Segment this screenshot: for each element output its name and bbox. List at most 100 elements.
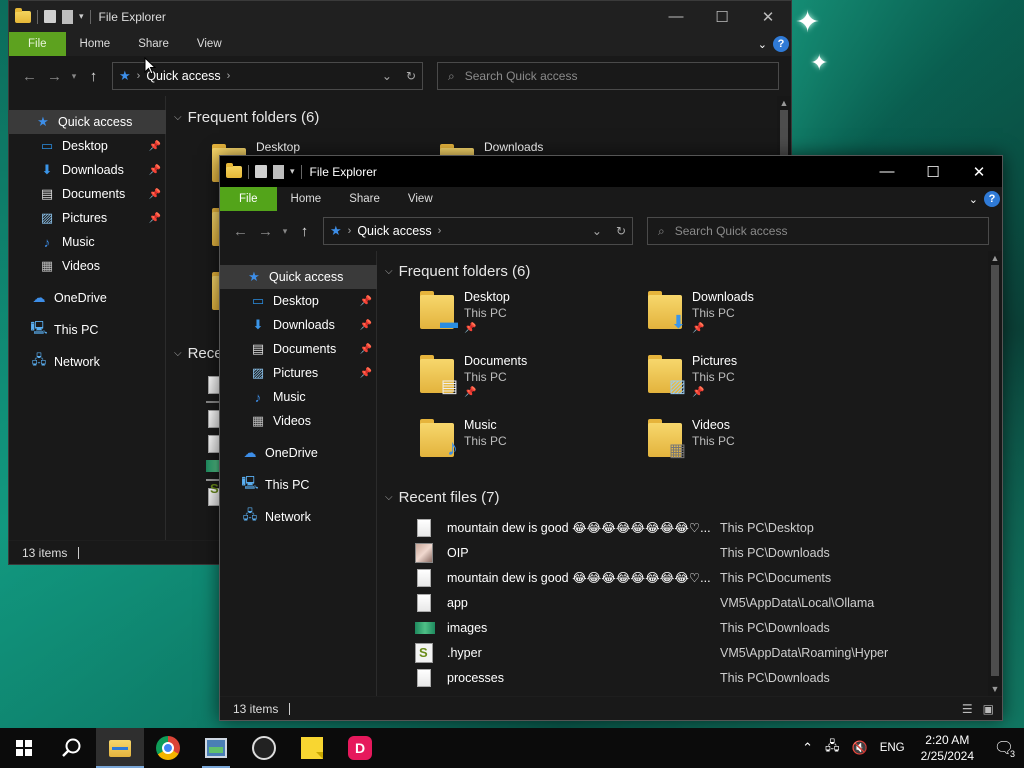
list-item[interactable]: app VM5\AppData\Local\Ollama — [415, 590, 1002, 615]
search-button[interactable] — [48, 728, 96, 768]
nav-this-pc[interactable]: 🖳 This PC — [9, 318, 166, 342]
network-tray-icon[interactable]: 🖧 — [819, 737, 846, 759]
frequent-folders-header[interactable]: ⌵ Frequent folders (6) — [174, 103, 791, 131]
nav-music[interactable]: ♪ Music — [9, 230, 166, 254]
forward-button[interactable]: → — [42, 68, 67, 85]
scroll-up-icon[interactable]: ▲ — [777, 98, 791, 108]
up-button[interactable]: ↑ — [292, 223, 317, 240]
tab-home[interactable]: Home — [277, 187, 336, 211]
frequent-folders-header[interactable]: ⌵ Frequent folders (6) — [385, 257, 1002, 285]
folder-tile-downloads[interactable]: ⬇ Downloads This PC 📌 — [646, 285, 874, 349]
scroll-thumb[interactable] — [991, 265, 999, 676]
nav-documents[interactable]: ▤ Documents 📌 — [220, 337, 377, 361]
title-bar[interactable]: ▾ File Explorer — ☐ ✕ — [220, 156, 1002, 187]
up-button[interactable]: ↑ — [81, 68, 106, 85]
maximize-button[interactable]: ☐ — [699, 1, 745, 32]
scroll-up-icon[interactable]: ▲ — [988, 253, 1002, 263]
title-bar[interactable]: ▾ File Explorer — ☐ ✕ — [9, 1, 791, 32]
nav-pictures[interactable]: ▨ Pictures 📌 — [9, 206, 166, 230]
scroll-down-icon[interactable]: ▼ — [988, 684, 1002, 694]
taskbar-obs[interactable] — [240, 728, 288, 768]
nav-desktop[interactable]: ▭ Desktop 📌 — [9, 134, 166, 158]
folder-tile-videos[interactable]: ▦ Videos This PC — [646, 413, 874, 477]
recent-files-header[interactable]: ⌵ Recent files (7) — [385, 483, 1002, 511]
minimize-button[interactable]: — — [653, 1, 699, 32]
breadcrumb[interactable]: Quick access — [146, 69, 220, 83]
address-bar[interactable]: ★ › Quick access › ⌄ ↻ — [323, 217, 633, 245]
volume-muted-icon[interactable]: 🔇 — [846, 740, 874, 756]
nav-downloads[interactable]: ⬇ Downloads 📌 — [220, 313, 377, 337]
nav-downloads[interactable]: ⬇ Downloads 📌 — [9, 158, 166, 182]
list-item[interactable]: OIP This PC\Downloads — [415, 540, 1002, 565]
nav-pictures[interactable]: ▨ Pictures 📌 — [220, 361, 377, 385]
list-item[interactable]: .hyper VM5\AppData\Roaming\Hyper — [415, 640, 1002, 665]
large-icons-view-icon[interactable]: ▣ — [983, 702, 994, 716]
list-item[interactable]: processes This PC\Downloads — [415, 665, 1002, 690]
properties-icon[interactable] — [44, 10, 56, 23]
taskbar-sticky-notes[interactable] — [288, 728, 336, 768]
tab-share[interactable]: Share — [335, 187, 394, 211]
vertical-scrollbar[interactable]: ▲ ▼ — [988, 251, 1002, 696]
back-button[interactable]: ← — [228, 223, 253, 240]
folder-tile-desktop[interactable]: ▬ Desktop This PC 📌 — [418, 285, 646, 349]
nav-videos[interactable]: ▦ Videos — [9, 254, 166, 278]
nav-network[interactable]: 🖧 Network — [9, 350, 166, 374]
expand-ribbon-icon[interactable]: ⌄ — [969, 193, 978, 206]
help-icon[interactable]: ? — [984, 191, 1000, 207]
nav-quick-access[interactable]: ★ Quick access — [9, 110, 166, 134]
details-view-icon[interactable]: ☰ — [962, 702, 973, 716]
refresh-icon[interactable]: ↻ — [616, 224, 626, 238]
maximize-button[interactable]: ☐ — [910, 156, 956, 187]
folder-tile-music[interactable]: ♪ Music This PC — [418, 413, 646, 477]
folder-tile-documents[interactable]: ▤ Documents This PC 📌 — [418, 349, 646, 413]
refresh-icon[interactable]: ↻ — [406, 69, 416, 83]
start-button[interactable] — [0, 728, 48, 768]
nav-onedrive[interactable]: ☁ OneDrive — [220, 441, 377, 465]
taskbar-file-explorer[interactable] — [96, 728, 144, 768]
chevron-down-icon[interactable]: ⌄ — [382, 69, 392, 83]
chevron-down-icon[interactable]: ▾ — [290, 166, 295, 177]
list-item[interactable]: mountain dew is good 😂😂😂😂😂😂😂😂♡... This P… — [415, 565, 1002, 590]
nav-quick-access[interactable]: ★ Quick access — [220, 265, 377, 289]
forward-button[interactable]: → — [253, 223, 278, 240]
close-button[interactable]: ✕ — [956, 156, 1002, 187]
show-hidden-icons[interactable]: ⌃ — [796, 740, 819, 756]
tab-share[interactable]: Share — [124, 32, 183, 56]
minimize-button[interactable]: — — [864, 156, 910, 187]
taskbar-davinci[interactable]: D — [336, 728, 384, 768]
action-center-button[interactable]: 🗨 3 — [984, 728, 1024, 768]
chevron-down-icon[interactable]: ⌄ — [592, 224, 602, 238]
recent-files-header[interactable]: ⌵ Rece — [174, 339, 223, 367]
nav-videos[interactable]: ▦ Videos — [220, 409, 377, 433]
search-input[interactable]: ⌕ Search Quick access — [437, 62, 779, 90]
list-item[interactable]: mountain dew is good 😂😂😂😂😂😂😂😂♡... This P… — [415, 515, 1002, 540]
taskbar-task-manager[interactable] — [192, 728, 240, 768]
properties-icon[interactable] — [255, 165, 267, 178]
folder-tile-pictures[interactable]: ▨ Pictures This PC 📌 — [646, 349, 874, 413]
nav-desktop[interactable]: ▭ Desktop 📌 — [220, 289, 377, 313]
tab-file[interactable]: File — [220, 187, 277, 211]
tab-file[interactable]: File — [9, 32, 66, 56]
nav-this-pc[interactable]: 🖳 This PC — [220, 473, 377, 497]
new-folder-icon[interactable] — [62, 9, 73, 24]
list-item[interactable]: images This PC\Downloads — [415, 615, 1002, 640]
file-explorer-window[interactable]: ▾ File Explorer — ☐ ✕ File Home Share Vi… — [219, 155, 1003, 721]
help-icon[interactable]: ? — [773, 36, 789, 52]
address-bar[interactable]: ★ › Quick access › ⌄ ↻ — [112, 62, 423, 90]
chevron-down-icon[interactable]: ▾ — [79, 11, 84, 22]
new-folder-icon[interactable] — [273, 164, 284, 179]
nav-network[interactable]: 🖧 Network — [220, 505, 377, 529]
close-button[interactable]: ✕ — [745, 1, 791, 32]
taskbar-chrome[interactable] — [144, 728, 192, 768]
breadcrumb[interactable]: Quick access — [357, 224, 431, 238]
tab-home[interactable]: Home — [66, 32, 125, 56]
back-button[interactable]: ← — [17, 68, 42, 85]
nav-onedrive[interactable]: ☁ OneDrive — [9, 286, 166, 310]
tab-view[interactable]: View — [183, 32, 236, 56]
recent-locations-button[interactable]: ▾ — [67, 71, 81, 82]
recent-locations-button[interactable]: ▾ — [278, 226, 292, 237]
expand-ribbon-icon[interactable]: ⌄ — [758, 38, 767, 51]
nav-documents[interactable]: ▤ Documents 📌 — [9, 182, 166, 206]
nav-music[interactable]: ♪ Music — [220, 385, 377, 409]
search-input[interactable]: ⌕ Search Quick access — [647, 217, 989, 245]
